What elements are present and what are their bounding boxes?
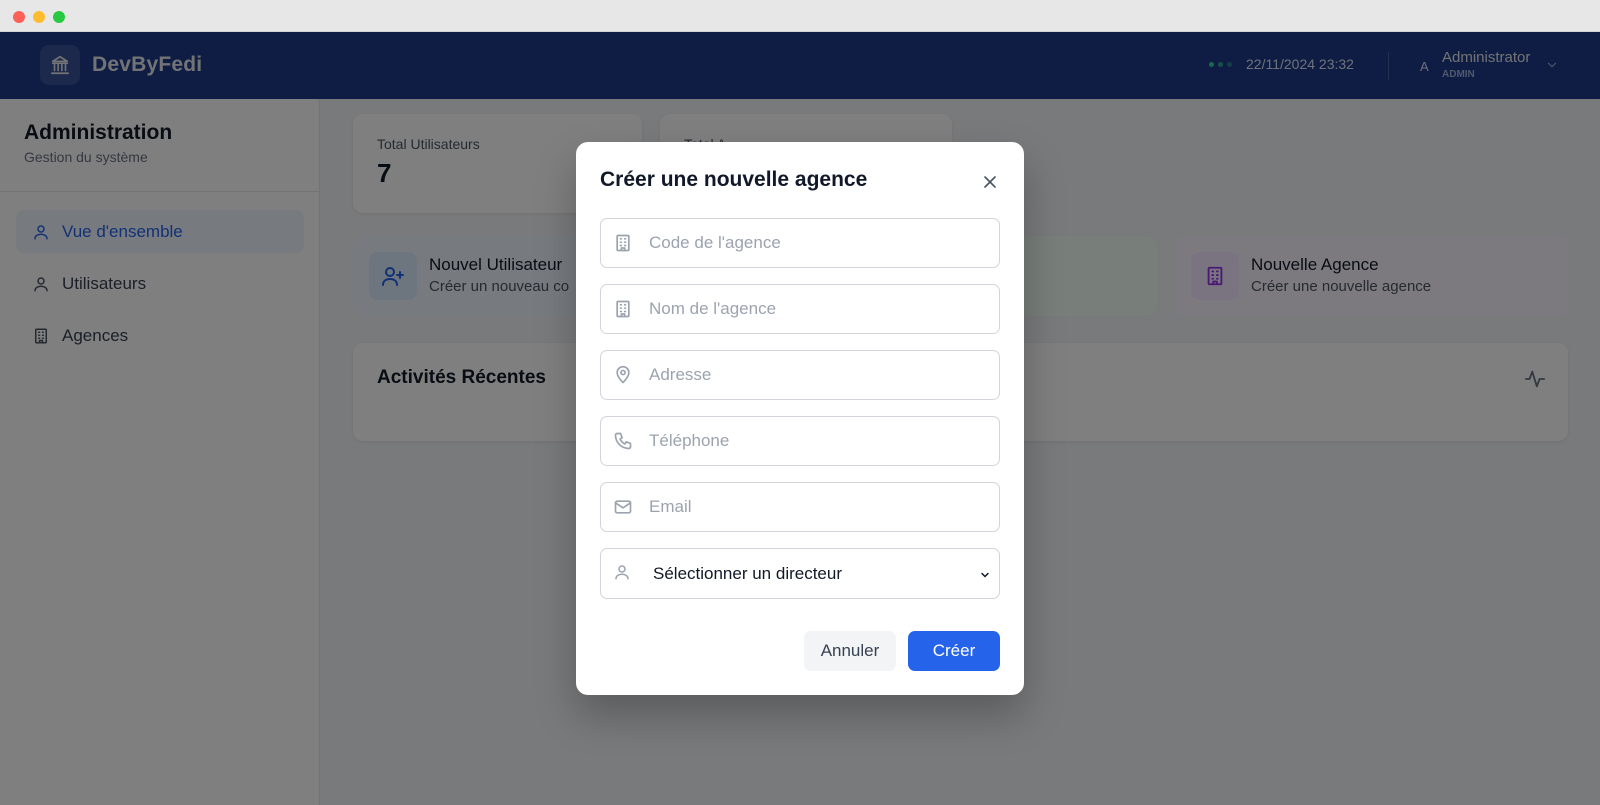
building-icon	[616, 234, 630, 252]
map-pin-icon	[616, 365, 630, 384]
window-titlebar	[0, 0, 1600, 32]
director-select-value: Sélectionner un directeur	[653, 564, 843, 583]
email-field	[600, 482, 1000, 532]
user-icon	[615, 565, 629, 580]
chevron-down-icon	[981, 572, 989, 578]
modal-backdrop-header	[0, 32, 1600, 99]
director-select[interactable]: Sélectionner un directeur	[600, 548, 1000, 599]
agency-code-field	[600, 218, 1000, 268]
cancel-button[interactable]: Annuler	[804, 631, 896, 671]
create-agency-modal: Créer une nouvelle agence Sélectionner u…	[576, 142, 1024, 695]
address-input[interactable]	[649, 351, 989, 399]
maximize-window-button[interactable]	[53, 11, 65, 23]
modal-title: Créer une nouvelle agence	[600, 168, 868, 191]
close-window-button[interactable]	[13, 11, 25, 23]
agency-name-input[interactable]	[649, 285, 989, 333]
phone-icon	[614, 432, 632, 450]
mail-icon	[614, 500, 632, 514]
phone-input[interactable]	[649, 417, 989, 465]
email-input[interactable]	[649, 483, 989, 531]
close-icon[interactable]	[978, 170, 1002, 194]
agency-code-input[interactable]	[649, 219, 989, 267]
building-icon	[616, 300, 630, 318]
phone-field	[600, 416, 1000, 466]
address-field	[600, 350, 1000, 400]
minimize-window-button[interactable]	[33, 11, 45, 23]
agency-name-field	[600, 284, 1000, 334]
create-button[interactable]: Créer	[908, 631, 1000, 671]
